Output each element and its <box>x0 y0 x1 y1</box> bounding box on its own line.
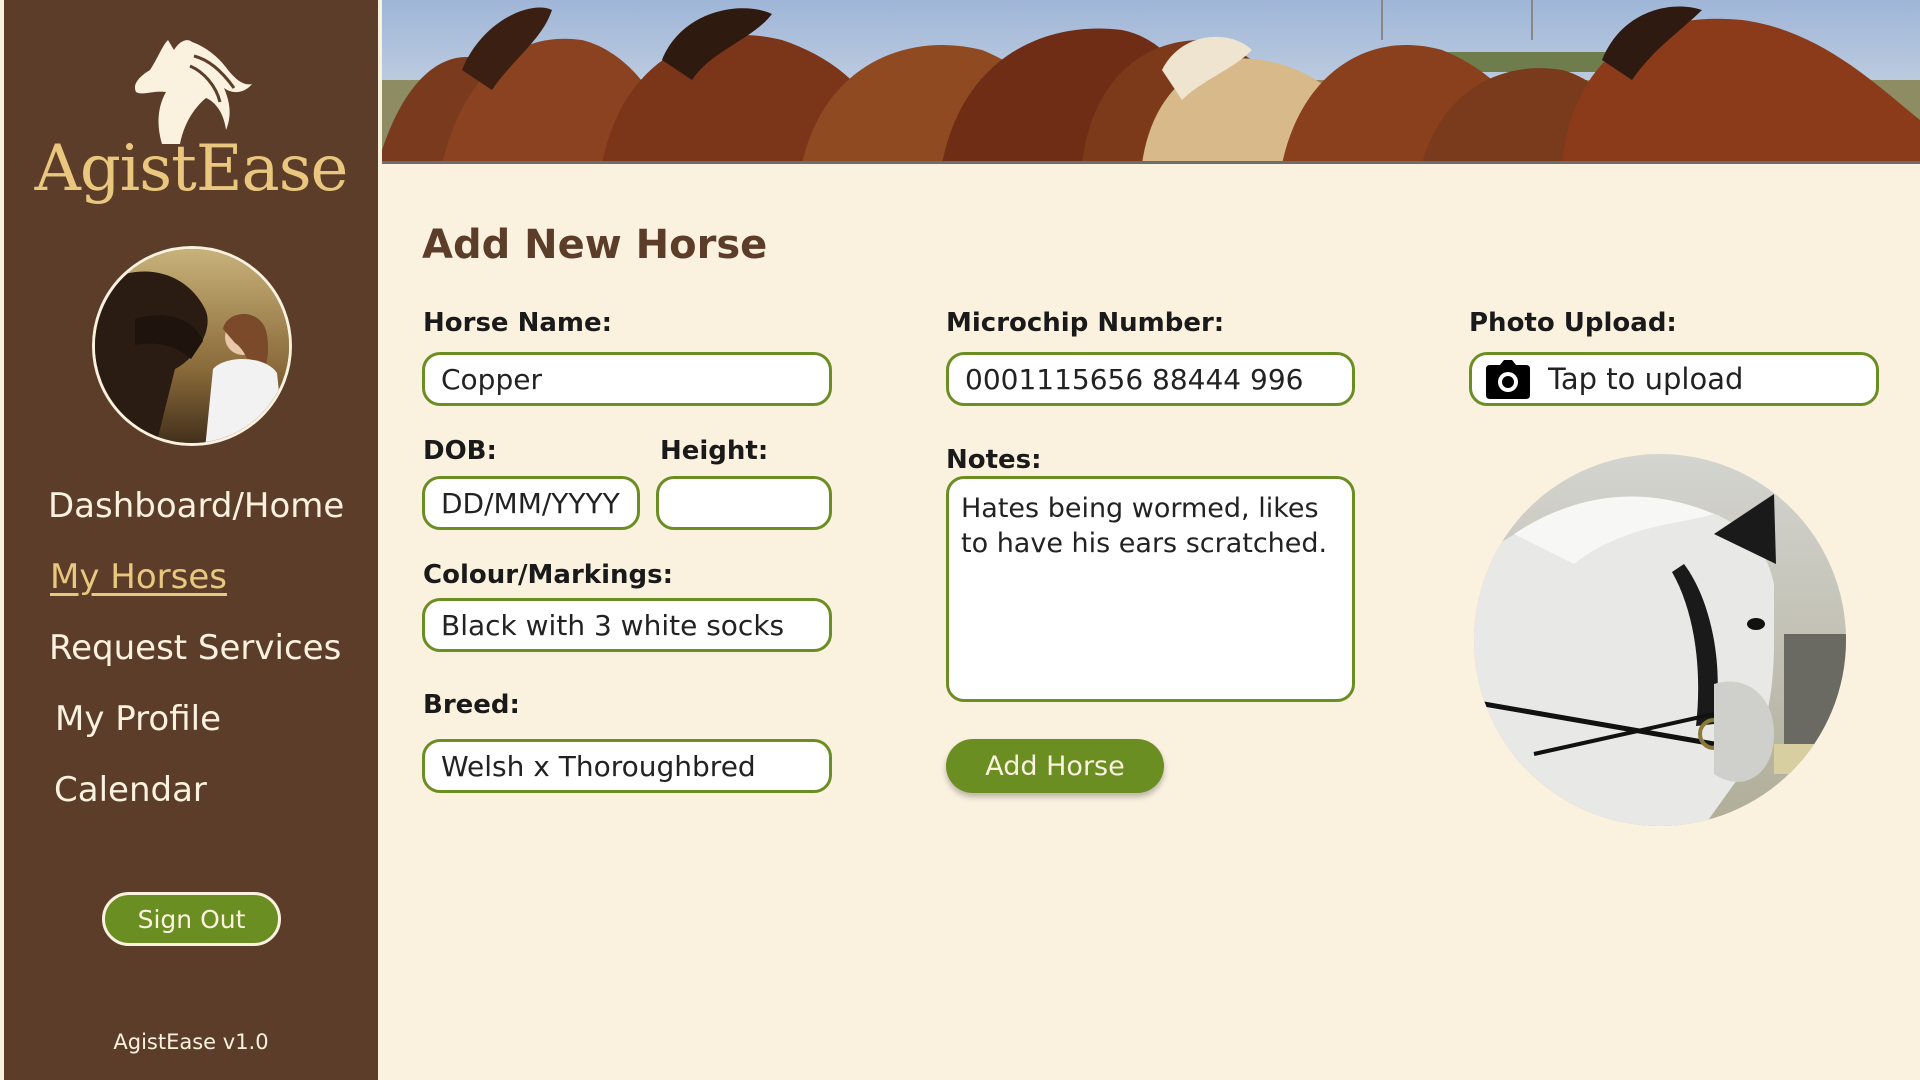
add-horse-button[interactable]: Add Horse <box>946 739 1164 793</box>
horse-photo-preview <box>1474 454 1846 826</box>
breed-label: Breed: <box>423 690 520 720</box>
notes-label: Notes: <box>946 445 1042 475</box>
page-title: Add New Horse <box>422 222 768 268</box>
microchip-label: Microchip Number: <box>946 308 1225 338</box>
app-version: AgistEase v1.0 <box>113 1030 269 1054</box>
height-label: Height: <box>660 436 769 466</box>
nav-request-services[interactable]: Request Services <box>49 628 341 668</box>
colour-markings-label: Colour/Markings: <box>423 560 673 590</box>
horse-name-label: Horse Name: <box>423 308 613 338</box>
app-logo-text: AgistEase <box>34 132 349 206</box>
photo-upload-text: Tap to upload <box>1548 362 1744 396</box>
microchip-input[interactable]: 0001115656 88444 996 <box>946 352 1355 406</box>
horse-head-logo-icon <box>134 40 252 144</box>
user-avatar-photo <box>95 249 289 443</box>
dob-label: DOB: <box>423 436 497 466</box>
photo-upload-label: Photo Upload: <box>1469 308 1677 338</box>
photo-upload-button[interactable]: Tap to upload <box>1469 352 1879 406</box>
nav-my-profile[interactable]: My Profile <box>55 699 221 739</box>
banner-horses-image <box>382 0 1920 164</box>
sidebar: AgistEase Dashboard/Home My Horses Reque… <box>4 0 378 1080</box>
height-input[interactable] <box>656 476 832 530</box>
nav-dashboard-home[interactable]: Dashboard/Home <box>48 486 344 526</box>
sign-out-button[interactable]: Sign Out <box>102 892 281 946</box>
breed-input[interactable]: Welsh x Thoroughbred <box>422 739 832 793</box>
camera-icon <box>1486 360 1530 399</box>
colour-markings-input[interactable]: Black with 3 white socks <box>422 598 832 652</box>
notes-textarea[interactable]: Hates being wormed, likes to have his ea… <box>946 476 1355 702</box>
user-avatar[interactable] <box>92 246 292 446</box>
nav-my-horses[interactable]: My Horses <box>50 557 227 597</box>
horse-name-input[interactable]: Copper <box>422 352 832 406</box>
nav-calendar[interactable]: Calendar <box>54 770 207 810</box>
dob-input[interactable]: DD/MM/YYYY <box>422 476 640 530</box>
